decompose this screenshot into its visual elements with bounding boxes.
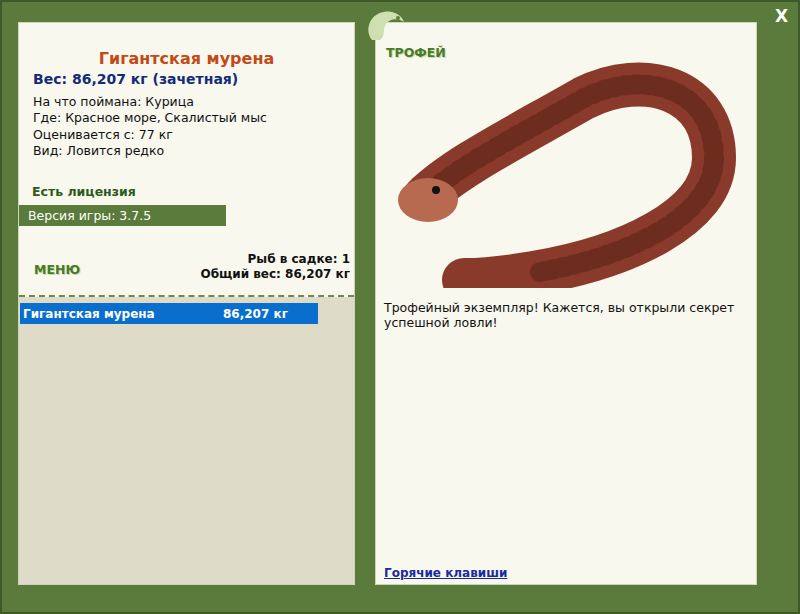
lizard-logo-icon (358, 4, 410, 44)
menu-button[interactable]: МЕНЮ (34, 262, 80, 282)
detail-line: Вид: Ловится редко (33, 143, 354, 159)
hotkeys-link[interactable]: Горячие клавиши (384, 566, 748, 580)
catch-list: Гигантская мурена86,207 кг (19, 297, 354, 584)
detail-line: Где: Красное море, Скалистый мыс (33, 110, 354, 126)
fish-card-window: X Гигантская муренаВес: 86,207 кг (зачетн… (0, 0, 800, 614)
detail-line: Оценивается с: 77 кг (33, 127, 354, 143)
trophy-label: ТРОФЕЙ (384, 45, 748, 60)
trophy-photo (384, 48, 748, 288)
fish-details: На что поймана: КурицаГде: Красное море,… (33, 94, 354, 159)
license-label: Есть лицензия (32, 183, 354, 200)
info-panel: Гигантская муренаВес: 86,207 кг (зачетна… (18, 22, 355, 585)
catch-row[interactable]: Гигантская мурена86,207 кг (20, 303, 318, 324)
close-button[interactable]: X (775, 6, 788, 26)
fish-weight: Вес: 86,207 кг (зачетная) (33, 70, 354, 89)
fish-name: Гигантская мурена (19, 49, 354, 69)
detail-line: На что поймана: Курица (33, 94, 354, 110)
trophy-message: Трофейный экземпляр! Кажется, вы открыли… (384, 300, 748, 330)
keepnet-summary: Рыб в садке: 1Общий вес: 86,207 кг (200, 252, 350, 282)
trophy-panel: ТРОФЕЙ Трофейный экземпляр! Кажется, вы о… (375, 22, 757, 585)
version-bar: Версия игры: 3.7.5 (19, 205, 226, 226)
